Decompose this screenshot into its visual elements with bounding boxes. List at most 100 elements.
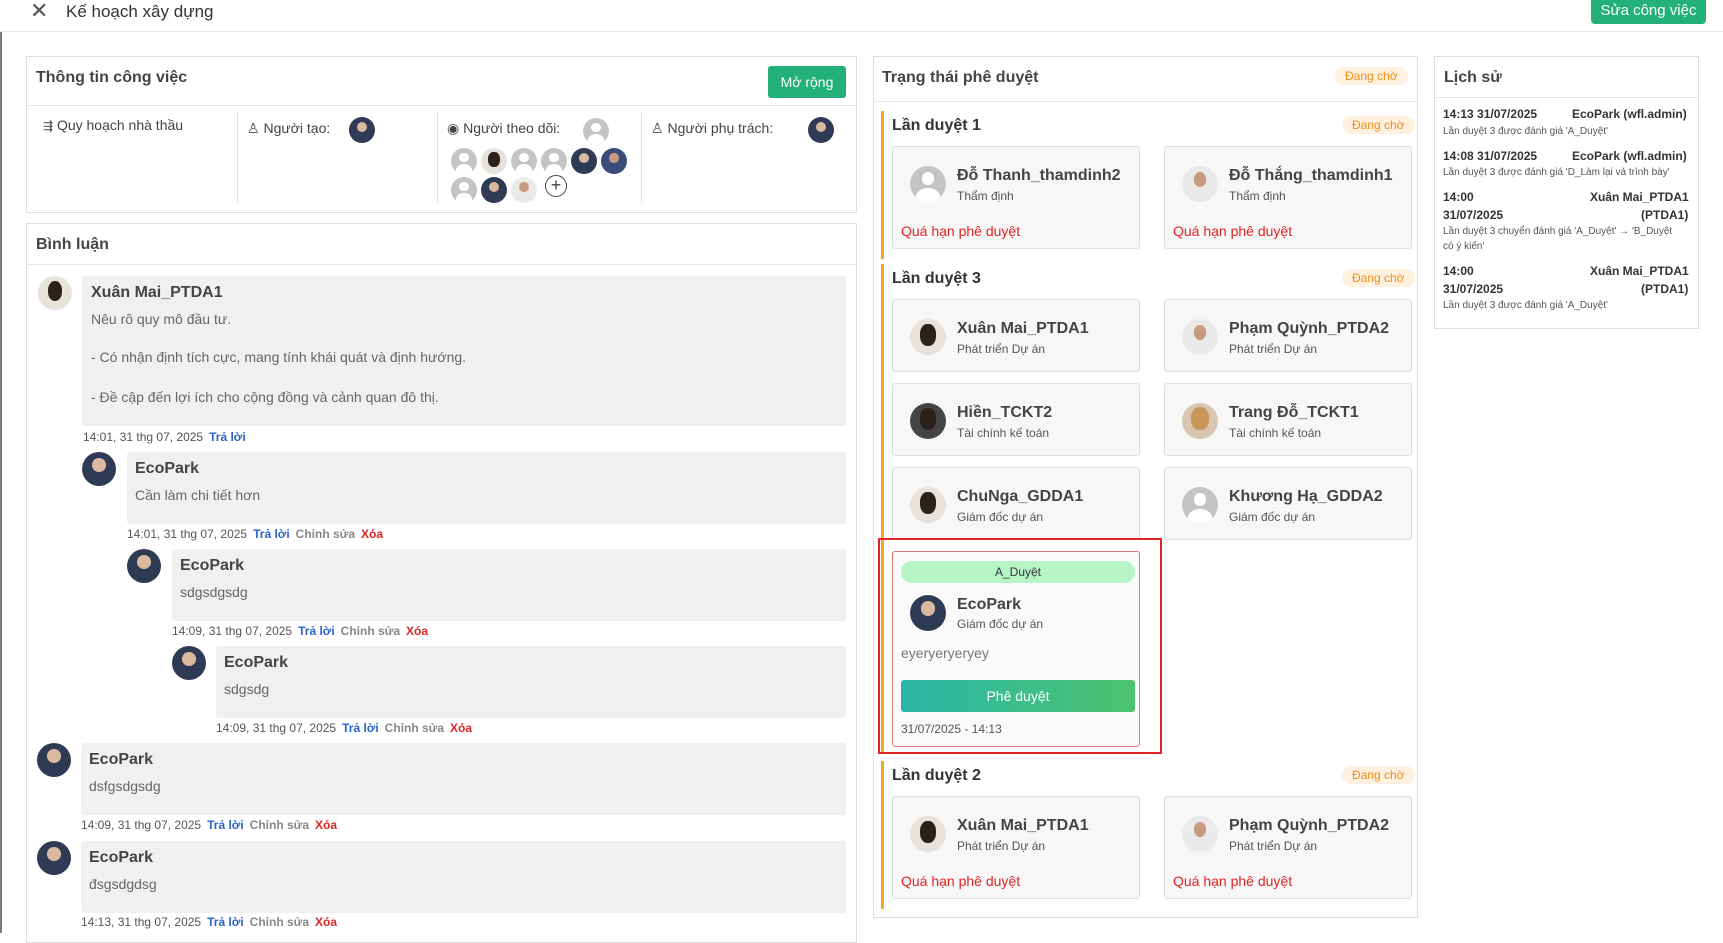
comment-meta: 14:09, 31 thg 07, 2025 Trả lời Chỉnh sửa Xó… bbox=[172, 624, 428, 638]
delete-link[interactable]: Xóa bbox=[315, 818, 337, 832]
round-title: Lần duyệt 3 bbox=[892, 270, 981, 287]
approver-card[interactable]: Hiền_TCKT2 Tài chính kế toán bbox=[892, 383, 1140, 456]
avatar bbox=[38, 276, 72, 310]
delete-link[interactable]: Xóa bbox=[361, 527, 383, 541]
comment-time: 14:09, 31 thg 07, 2025 bbox=[81, 818, 202, 832]
comment-text: sdgsdg bbox=[224, 681, 270, 697]
approver-card[interactable]: Đỗ Thắng_thamdinh1 Thẩm định Quá hạn phê… bbox=[1164, 146, 1412, 249]
approve-button[interactable]: Phê duyệt bbox=[901, 680, 1135, 712]
close-icon[interactable]: ✕ bbox=[30, 0, 48, 22]
follower-avatar[interactable] bbox=[481, 148, 507, 174]
owner-avatar[interactable] bbox=[808, 117, 834, 143]
task-info-panel: Thông tin công việc Mở rộng ⇶ Quy hoạch … bbox=[26, 56, 857, 213]
reply-link[interactable]: Trả lời bbox=[207, 915, 244, 929]
history-user: EcoPark (wfl.admin) bbox=[1572, 107, 1687, 121]
approver-name: Đỗ Thanh_thamdinh2 bbox=[957, 167, 1121, 184]
approved-card[interactable]: A_Duyệt EcoPark Giám đốc dự án eyeryerye… bbox=[892, 551, 1140, 747]
history-time: 14:00 bbox=[1443, 190, 1474, 204]
comment-author: EcoPark bbox=[89, 849, 154, 866]
follower-avatar[interactable] bbox=[511, 148, 537, 174]
comment-text: Cần làm chi tiết hơn bbox=[135, 487, 261, 503]
avatar bbox=[127, 549, 161, 583]
follower-avatar[interactable] bbox=[541, 148, 567, 174]
divider bbox=[437, 113, 438, 203]
approver-card[interactable]: Trang Đỗ_TCKT1 Tài chính kế toán bbox=[1164, 383, 1412, 456]
creator-field: ♙ Người tạo: bbox=[247, 120, 330, 137]
creator-avatar[interactable] bbox=[349, 117, 375, 143]
edit-link[interactable]: Chỉnh sửa bbox=[250, 818, 309, 832]
follower-avatar[interactable] bbox=[511, 177, 537, 203]
approver-card[interactable]: Khương Hạ_GDDA2 Giám đốc dự án bbox=[1164, 467, 1412, 540]
avatar bbox=[1182, 403, 1218, 439]
approver-card[interactable]: Xuân Mai_PTDA1 Phát triển Dự án bbox=[892, 299, 1140, 372]
follower-avatar[interactable] bbox=[601, 148, 627, 174]
approver-name: Đỗ Thắng_thamdinh1 bbox=[1229, 167, 1393, 184]
approver-card[interactable]: Phạm Quỳnh_PTDA2 Phát triển Dự án bbox=[1164, 299, 1412, 372]
overdue-label: Quá hạn phê duyệt bbox=[901, 873, 1021, 889]
edit-link[interactable]: Chỉnh sửa bbox=[341, 624, 400, 638]
comment-text: đsgsdgdsg bbox=[89, 876, 157, 892]
follower-avatar[interactable] bbox=[583, 118, 609, 144]
avatar bbox=[910, 816, 946, 852]
divider bbox=[874, 101, 1417, 102]
follower-avatar[interactable] bbox=[481, 177, 507, 203]
approver-card[interactable]: Phạm Quỳnh_PTDA2 Phát triển Dự án Quá hạ… bbox=[1164, 796, 1412, 899]
comment-meta: 14:01, 31 thg 07, 2025 Trả lời Chỉnh sửa Xó… bbox=[127, 527, 383, 541]
overdue-label: Quá hạn phê duyệt bbox=[1173, 873, 1293, 889]
comment-meta: 14:09, 31 thg 07, 2025 Trả lời Chỉnh sửa Xó… bbox=[81, 818, 337, 832]
approver-name: Xuân Mai_PTDA1 bbox=[957, 817, 1089, 834]
edit-link[interactable]: Chỉnh sửa bbox=[385, 721, 444, 735]
reply-link[interactable]: Trả lời bbox=[298, 624, 335, 638]
delete-link[interactable]: Xóa bbox=[406, 624, 428, 638]
comment-time: 14:01, 31 thg 07, 2025 bbox=[127, 527, 248, 541]
plan-field: ⇶ Quy hoạch nhà thầu bbox=[43, 117, 183, 133]
edit-task-button[interactable]: Sửa công việc bbox=[1591, 0, 1706, 24]
avatar bbox=[910, 403, 946, 439]
divider bbox=[1435, 97, 1698, 98]
approver-name: Phạm Quỳnh_PTDA2 bbox=[1229, 320, 1390, 337]
comment-box bbox=[81, 841, 846, 913]
header-bar: ✕ Kế hoạch xây dựng Sửa công việc bbox=[0, 0, 1723, 32]
creator-label: Người tạo: bbox=[263, 120, 331, 136]
comment-time: 14:13, 31 thg 07, 2025 bbox=[81, 915, 202, 929]
delete-link[interactable]: Xóa bbox=[450, 721, 472, 735]
approval-title: Trạng thái phê duyệt bbox=[882, 69, 1039, 86]
history-desc: Lần duyệt 3 được đánh giá 'D_Làm lại và … bbox=[1443, 167, 1670, 178]
comment-author: EcoPark bbox=[180, 557, 245, 574]
avatar bbox=[910, 319, 946, 355]
history-title: Lịch sử bbox=[1444, 69, 1502, 86]
delete-link[interactable]: Xóa bbox=[315, 915, 337, 929]
follower-avatar[interactable] bbox=[451, 148, 477, 174]
reply-link[interactable]: Trả lời bbox=[253, 527, 290, 541]
approver-name: EcoPark bbox=[957, 596, 1022, 613]
approver-role: Phát triển Dự án bbox=[957, 839, 1046, 853]
round-title: Lần duyệt 1 bbox=[892, 117, 981, 134]
comment-time: 14:09, 31 thg 07, 2025 bbox=[216, 721, 337, 735]
follower-avatar[interactable] bbox=[451, 177, 477, 203]
edit-link[interactable]: Chỉnh sửa bbox=[250, 915, 309, 929]
approver-card[interactable]: Xuân Mai_PTDA1 Phát triển Dự án Quá hạn … bbox=[892, 796, 1140, 899]
follower-avatar[interactable] bbox=[571, 148, 597, 174]
approver-card[interactable]: Đỗ Thanh_thamdinh2 Thẩm định Quá hạn phê… bbox=[892, 146, 1140, 249]
approver-role: Phát triển Dự án bbox=[957, 342, 1046, 356]
approver-role: Thẩm định bbox=[1229, 189, 1286, 203]
avatar bbox=[910, 166, 946, 202]
followers-field: ◉ Người theo dõi: bbox=[447, 120, 560, 137]
approval-comment: eyeryeryeryey bbox=[901, 645, 989, 661]
reply-link[interactable]: Trả lời bbox=[207, 818, 244, 832]
reply-link[interactable]: Trả lời bbox=[342, 721, 379, 735]
add-follower-icon[interactable]: + bbox=[545, 175, 567, 197]
history-user: Xuân Mai_PTDA1 bbox=[1590, 190, 1689, 204]
approver-card[interactable]: ChuNga_GDDA1 Giám đốc dự án bbox=[892, 467, 1140, 540]
history-time: 14:08 31/07/2025 bbox=[1443, 149, 1538, 163]
reply-link[interactable]: Trả lời bbox=[209, 430, 246, 444]
expand-button[interactable]: Mở rộng bbox=[768, 66, 846, 98]
user-icon: ♙ bbox=[247, 120, 260, 136]
task-info-title: Thông tin công việc bbox=[36, 69, 188, 86]
comment-text: dsfgsdgsdg bbox=[89, 778, 161, 794]
comment-time: 14:09, 31 thg 07, 2025 bbox=[172, 624, 293, 638]
history-user: (PTDA1) bbox=[1641, 208, 1689, 222]
approver-name: Phạm Quỳnh_PTDA2 bbox=[1229, 817, 1390, 834]
comment-author: EcoPark bbox=[224, 654, 289, 671]
edit-link[interactable]: Chỉnh sửa bbox=[296, 527, 355, 541]
